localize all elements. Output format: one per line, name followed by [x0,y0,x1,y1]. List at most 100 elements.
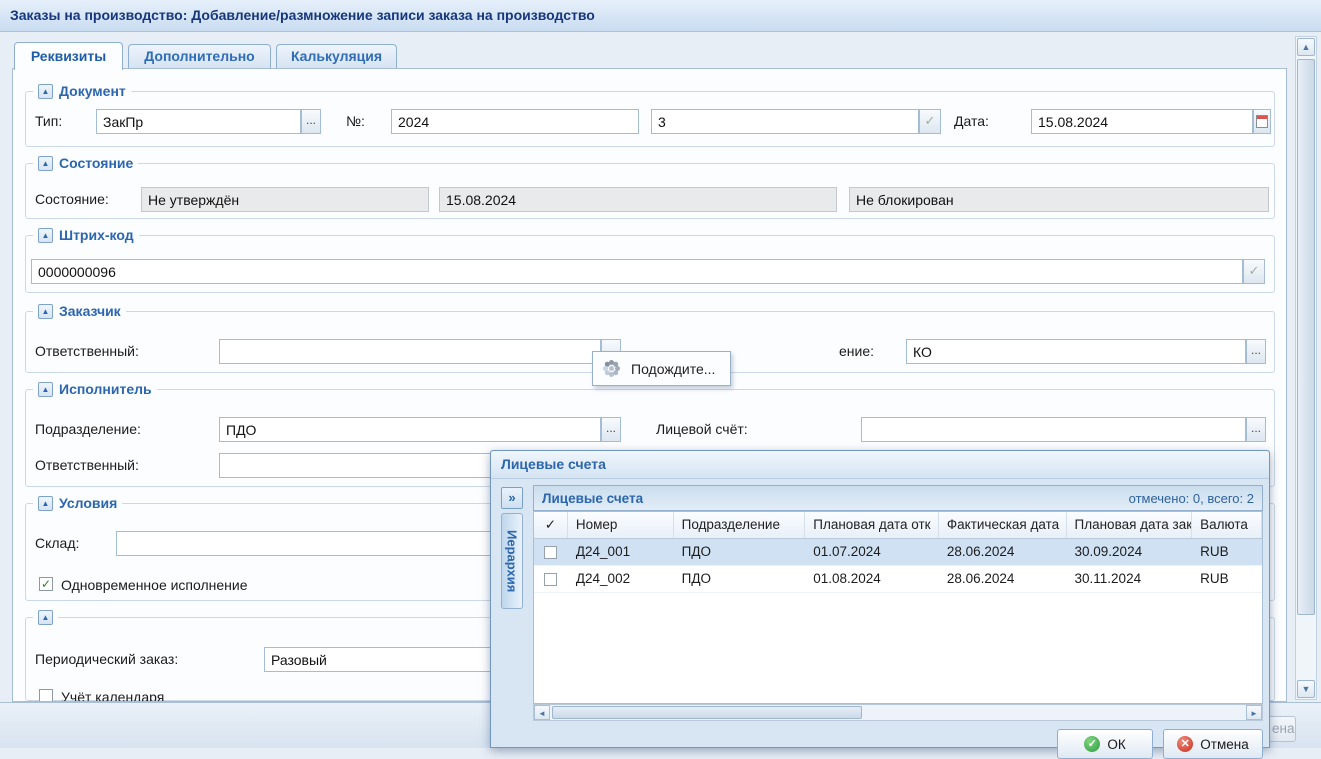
table-row[interactable]: Д24_001 ПДО 01.07.2024 28.06.2024 30.09.… [534,539,1262,566]
column-currency[interactable]: Валюта [1192,512,1262,538]
cancel-button-partial[interactable]: ена [1266,716,1296,742]
cell-department: ПДО [674,566,806,592]
scroll-right-icon[interactable]: ► [1246,705,1262,720]
customer-group-title: Заказчик [59,303,121,319]
column-department[interactable]: Подразделение [674,512,806,538]
cancel-icon: ✕ [1177,736,1193,752]
conditions-group-title: Условия [59,495,117,511]
executor-department-input[interactable] [219,417,601,442]
column-plan-close[interactable]: Плановая дата зак [1067,512,1193,538]
scrollbar-thumb[interactable] [1297,59,1315,615]
column-number[interactable]: Номер [568,512,674,538]
type-browse-button[interactable]: ... [301,109,321,134]
column-check[interactable]: ✓ [534,512,568,538]
tab-dopolnitelno[interactable]: Дополнительно [128,44,271,68]
barcode-group-title: Штрих-код [59,227,134,243]
cell-department: ПДО [674,539,806,565]
collapse-icon[interactable]: ▲ [38,610,53,625]
tab-kalkulyaciya[interactable]: Калькуляция [276,44,397,68]
vertical-scrollbar[interactable]: ▲ ▼ [1295,36,1317,700]
state-block-field [849,187,1269,212]
cell-fact: 28.06.2024 [939,566,1067,592]
warehouse-label: Склад: [35,535,79,551]
collapse-icon[interactable]: ▲ [38,382,53,397]
state-date-field [439,187,837,212]
row-checkbox[interactable] [544,573,557,586]
ok-button-label: ОК [1107,737,1125,752]
column-fact[interactable]: Фактическая дата [939,512,1067,538]
cell-currency: RUB [1192,566,1262,592]
type-label: Тип: [35,113,62,129]
cell-currency: RUB [1192,539,1262,565]
account-label: Лицевой счёт: [656,421,748,437]
scrollbar-thumb[interactable] [552,706,862,719]
wait-popup: Подождите... [592,351,731,386]
collapse-icon[interactable]: ▲ [38,84,53,99]
number-label: №: [346,113,365,129]
account-browse-button[interactable]: ... [1246,417,1266,442]
customer-responsible-input[interactable] [219,339,601,364]
executor-group-title: Исполнитель [59,381,152,397]
barcode-check-icon[interactable]: ✓ [1243,259,1265,284]
customer-department-browse-button[interactable]: ... [1246,339,1266,364]
collapse-icon[interactable]: ▲ [38,304,53,319]
periodic-order-label: Периодический заказ: [35,651,178,667]
tab-hierarchy[interactable]: Иерархия [501,513,523,609]
column-plan-open[interactable]: Плановая дата отк [805,512,939,538]
cell-number: Д24_001 [568,539,674,565]
state-label: Состояние: [35,191,109,207]
calendar-icon [1256,115,1268,128]
executor-department-browse-button[interactable]: ... [601,417,621,442]
cell-fact: 28.06.2024 [939,539,1067,565]
row-checkbox[interactable] [544,546,557,559]
scroll-up-icon[interactable]: ▲ [1297,38,1315,56]
customer-department-input[interactable] [906,339,1246,364]
cell-plan-open: 01.07.2024 [805,539,939,565]
hierarchy-expand-button[interactable]: » [501,487,523,509]
executor-department-label: Подразделение: [35,421,141,437]
tab-rekvizity[interactable]: Реквизиты [14,42,123,70]
number-input[interactable] [651,109,919,134]
table-row[interactable]: Д24_002 ПДО 01.08.2024 28.06.2024 30.11.… [534,566,1262,593]
simultaneous-checkbox[interactable]: ✓ [39,577,53,591]
simultaneous-label: Одновременное исполнение [61,577,248,593]
wait-popup-text: Подождите... [631,361,715,377]
cell-plan-close: 30.11.2024 [1067,566,1193,592]
cell-plan-open: 01.08.2024 [805,566,939,592]
ok-icon: ✓ [1084,736,1100,752]
customer-responsible-label: Ответственный: [35,343,139,359]
accounts-list-header: Лицевые счета отмечено: 0, всего: 2 [533,485,1263,511]
type-input[interactable] [96,109,301,134]
collapse-icon[interactable]: ▲ [38,496,53,511]
accounts-dialog-title: Лицевые счета [491,451,1269,479]
accounts-table: ✓ Номер Подразделение Плановая дата отк … [533,511,1263,704]
ok-button[interactable]: ✓ ОК [1057,729,1153,759]
selection-counter: отмечено: 0, всего: 2 [1129,491,1254,506]
number-prefix-input[interactable] [391,109,639,134]
state-group-title: Состояние [59,155,133,171]
accounts-list-title: Лицевые счета [542,491,643,506]
accounts-dialog: Лицевые счета » Иерархия Лицевые счета о… [490,450,1270,748]
collapse-icon[interactable]: ▲ [38,156,53,171]
customer-department-label-partial: ение: [839,343,874,359]
scroll-left-icon[interactable]: ◄ [534,705,550,720]
cell-plan-close: 30.09.2024 [1067,539,1193,565]
number-check-icon[interactable]: ✓ [919,109,941,134]
account-input[interactable] [861,417,1246,442]
horizontal-scrollbar[interactable]: ◄ ► [533,704,1263,721]
date-input[interactable] [1031,109,1253,134]
cell-number: Д24_002 [568,566,674,592]
cancel-button[interactable]: ✕ Отмена [1163,729,1263,759]
scroll-down-icon[interactable]: ▼ [1297,680,1315,698]
spinner-icon [609,366,614,371]
document-group-title: Документ [59,83,126,99]
calendar-checkbox[interactable] [39,689,53,702]
state-status-field [141,187,429,212]
table-header-row: ✓ Номер Подразделение Плановая дата отк … [534,512,1262,539]
cancel-button-label: Отмена [1200,737,1248,752]
date-picker-button[interactable] [1253,109,1271,134]
executor-responsible-label: Ответственный: [35,457,139,473]
collapse-icon[interactable]: ▲ [38,228,53,243]
calendar-checkbox-label: Учёт календаря [61,689,164,702]
barcode-input[interactable] [31,259,1243,284]
